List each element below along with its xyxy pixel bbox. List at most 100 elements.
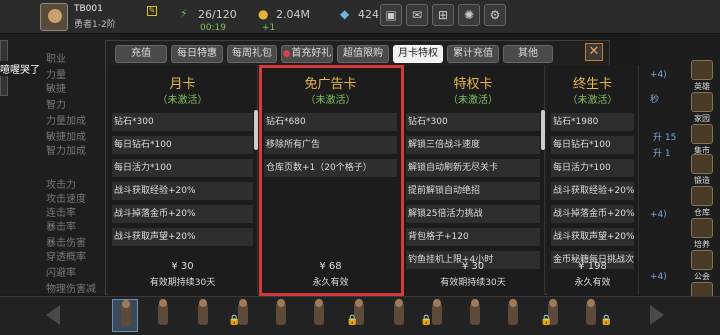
- tab-2[interactable]: 每周礼包: [227, 45, 277, 63]
- side-value: +4): [650, 210, 667, 220]
- side-value: 升 15: [653, 133, 677, 143]
- lock-icon: 🔒: [600, 315, 613, 326]
- stamina-icon: ⚡: [180, 7, 188, 20]
- tab-label: 累计充值: [453, 48, 493, 59]
- tab-6[interactable]: 累计充值: [447, 45, 499, 63]
- tab-3[interactable]: ●首充好礼: [281, 45, 333, 63]
- card-price[interactable]: ¥ 30: [108, 261, 257, 272]
- hero-head: [587, 299, 595, 307]
- gold-icon: ●: [258, 7, 269, 21]
- perk-item: 每日活力*100: [551, 159, 634, 177]
- scrollbar[interactable]: [254, 110, 258, 150]
- gold-value: 2.04M: [276, 8, 310, 21]
- card-0[interactable]: 月卡 （未激活） 钻石*300 每日钻石*100 每日活力*100 战斗获取经验+20% 战…: [108, 65, 258, 295]
- perk-item: 战斗获取经验+20%: [551, 182, 634, 200]
- side-value: +4): [650, 272, 667, 282]
- hero-head: [122, 300, 130, 308]
- hero-head: [355, 299, 363, 307]
- sidebar-market[interactable]: 集市: [688, 124, 716, 158]
- perk-item: 钻石*1980: [551, 113, 634, 131]
- tab-label: 每周礼包: [232, 48, 272, 59]
- hero-head: [549, 299, 557, 307]
- sidebar-hero[interactable]: 英雄: [688, 60, 716, 94]
- train-icon: [691, 218, 713, 238]
- sidebar-train[interactable]: 培养: [688, 218, 716, 252]
- hero-portrait[interactable]: [500, 299, 526, 332]
- hero-portrait[interactable]: [268, 299, 294, 332]
- chat-message: 噫喔哭了: [0, 61, 42, 76]
- lock-icon: 🔒: [540, 315, 553, 326]
- hero-head: [315, 299, 323, 307]
- card-price[interactable]: ¥ 30: [402, 261, 544, 272]
- stamina-value: 26/120: [198, 8, 237, 21]
- card-2[interactable]: 特权卡 （未激活） 钻石*300 解锁三倍战斗速度 解锁自动刷新无尽关卡 提前解锁自动绝招…: [402, 65, 545, 295]
- sidebar-guild[interactable]: 公会: [688, 250, 716, 284]
- close-button[interactable]: ✕: [585, 43, 603, 61]
- card-status: （未激活）: [567, 95, 618, 106]
- tab-label: 每日特惠: [177, 48, 217, 59]
- hero-portrait[interactable]: [190, 299, 216, 332]
- stamina-timer: 00:19: [200, 23, 226, 33]
- perk-item: 战斗获取经验+20%: [112, 182, 253, 200]
- sidebar-warehouse[interactable]: 仓库: [688, 186, 716, 220]
- anvil-icon: [691, 154, 713, 174]
- gem-icon: ◆: [340, 7, 350, 21]
- stat-label: 攻击速度: [46, 194, 86, 205]
- stat-label: 敏捷加成: [46, 132, 86, 143]
- perk-item: 背包格子+120: [406, 228, 540, 246]
- gear-icon[interactable]: ⚙: [484, 4, 506, 26]
- sidebar-label: 锻造: [694, 176, 710, 185]
- color-wheel-icon[interactable]: ✺: [458, 4, 480, 26]
- perk-item: 战斗获取声望+20%: [551, 228, 634, 246]
- tab-label: 首充好礼: [291, 48, 332, 59]
- mail-icon[interactable]: ✉: [406, 4, 428, 26]
- player-avatar[interactable]: [40, 3, 68, 31]
- hero-head: [199, 299, 207, 307]
- stamina-plus: +1: [262, 23, 276, 33]
- tab-0[interactable]: 充值: [115, 45, 167, 63]
- stat-label: 暴击率: [46, 222, 76, 233]
- card-price[interactable]: ¥ 198: [547, 261, 638, 272]
- card-term: 永久有效: [574, 278, 611, 288]
- shop-tabs: 充值 每日特惠 每周礼包 ●首充好礼 超值限购 月卡特权 累计充值 其他: [105, 42, 610, 64]
- stat-label: 智力: [46, 100, 66, 111]
- perk-item: 解锁三倍战斗速度: [406, 136, 540, 154]
- tab-5[interactable]: 月卡特权: [393, 45, 443, 63]
- stat-label: 连击率: [46, 208, 76, 219]
- tab-4[interactable]: 超值限购: [337, 45, 389, 63]
- stat-label: 攻击力: [46, 180, 76, 191]
- hero-portrait[interactable]: [112, 299, 138, 332]
- tab-7[interactable]: 其他: [503, 45, 553, 63]
- stat-label: 穿透概率: [46, 252, 86, 263]
- stat-label: 力量: [46, 70, 66, 81]
- sidebar-label: 公会: [694, 272, 710, 281]
- sidebar-label: 仓库: [694, 208, 710, 217]
- perk-item: 战斗掉落金币+20%: [551, 205, 634, 223]
- sidebar-label: 培养: [694, 240, 710, 249]
- scroll-left-arrow[interactable]: [46, 305, 60, 325]
- chest-icon[interactable]: ▣: [380, 4, 402, 26]
- gamepad-icon[interactable]: ⊞: [432, 4, 454, 26]
- scroll-right-arrow[interactable]: [650, 305, 664, 325]
- sidebar-anvil[interactable]: 锻造: [688, 154, 716, 188]
- perk-item: 每日钻石*100: [551, 136, 634, 154]
- perk-item: 每日活力*100: [112, 159, 253, 177]
- edit-icon[interactable]: ✎: [147, 6, 157, 16]
- card-status: （未激活）: [448, 95, 498, 106]
- hero-head: [277, 299, 285, 307]
- hero-portrait[interactable]: [386, 299, 412, 332]
- hero-portrait[interactable]: [462, 299, 488, 332]
- sidebar-label: 家园: [694, 114, 710, 123]
- card-3[interactable]: 终生卡 （未激活） 钻石*1980 每日钻石*100 每日活力*100 战斗获取经验+20…: [547, 65, 639, 295]
- hero-portrait[interactable]: [306, 299, 332, 332]
- top-bar: TB001 勇者1-2阶 ✎ ⚡ 26/120 00:19 +1 ● 2.04M…: [0, 0, 720, 34]
- tab-1[interactable]: 每日特惠: [171, 45, 223, 63]
- warehouse-icon: [691, 186, 713, 206]
- sidebar-home[interactable]: 家园: [688, 92, 716, 126]
- stat-label: 智力加成: [46, 146, 86, 157]
- scrollbar[interactable]: [541, 110, 545, 150]
- hero-portrait[interactable]: [150, 299, 176, 332]
- perk-item: 战斗掉落金币+20%: [112, 205, 253, 223]
- tab-label: 月卡特权: [398, 48, 438, 59]
- hero-head: [471, 299, 479, 307]
